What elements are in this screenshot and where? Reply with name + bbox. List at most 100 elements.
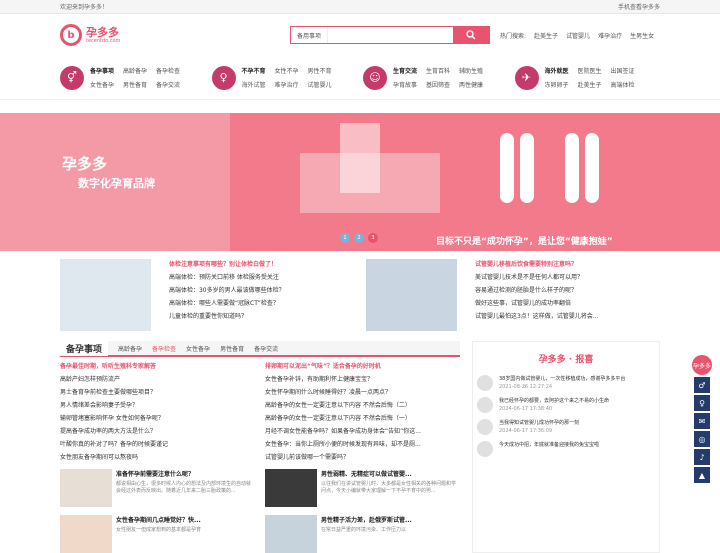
tab-item[interactable]: 男性备育: [220, 344, 244, 353]
search-category[interactable]: 备用事项: [291, 27, 329, 43]
lab-photo[interactable]: [366, 259, 457, 331]
tab-item[interactable]: 女性备孕: [186, 344, 210, 353]
category-link[interactable]: 备孕检查: [156, 66, 180, 75]
category-link[interactable]: 男性备育: [123, 80, 147, 89]
baby-icon: ☺: [363, 65, 387, 90]
hot-label: 热门搜索:: [500, 32, 527, 40]
news-item[interactable]: 高端体检：哪些人需要做“冠脉CT”检查？: [169, 298, 354, 307]
article-item[interactable]: 高龄产妇怎样预防流产: [60, 374, 255, 383]
female-icon[interactable]: ♀: [694, 395, 710, 411]
article-item[interactable]: 女性备孕补锌，有助期利怀上健康宝宝？: [265, 374, 460, 383]
male-icon[interactable]: ♂: [694, 377, 710, 393]
article-item[interactable]: 提高备孕成功率的两大方法是什么？: [60, 426, 255, 435]
category-link[interactable]: 出国签证: [611, 66, 635, 75]
category-link[interactable]: 备孕事项: [90, 66, 114, 75]
tab-item[interactable]: 高龄备孕: [118, 344, 142, 353]
category-link[interactable]: 辅助生殖: [459, 66, 483, 75]
article-item[interactable]: 女性怀孕期间什么时候睡得好？凌晨一点两点？: [265, 387, 460, 396]
category-link[interactable]: 男性不育: [308, 66, 332, 75]
report-text: 当我得知试管婴儿成功怀孕的那一刻: [499, 420, 580, 426]
article-card[interactable]: 男性精子活力差，赴俄罗斯试管... 在常日益严重的环境污染、工作压力以: [265, 515, 460, 553]
article-card[interactable]: 准备怀孕前需要注意什么呢？ 都说相由心生，很多时候人内心的想法及内部环境生的自动就…: [60, 469, 255, 507]
hot-item[interactable]: 难孕治疗: [598, 31, 622, 40]
category-link[interactable]: 冻卵卵子: [545, 80, 569, 89]
report-item[interactable]: 我已经怀孕的都要，去阿护这个来之不易的小生命 2024-06-17 17:38:4…: [477, 397, 655, 413]
tab-main[interactable]: 备孕事项: [60, 340, 109, 356]
carousel-dot[interactable]: 2: [354, 233, 364, 243]
category-link[interactable]: 海外试管: [242, 80, 266, 89]
news-headline[interactable]: 试管婴儿移植后饮食需要特别注意吗？: [475, 259, 660, 268]
news-item[interactable]: 美试管婴儿技术是不是任何人都可以用？: [475, 272, 660, 281]
news-item[interactable]: 高端体检：30多岁的男人最该做哪些体检？: [169, 285, 354, 294]
report-thumb: [477, 441, 493, 457]
category-link[interactable]: 备孕交流: [156, 80, 180, 89]
category-link[interactable]: 高端体检: [611, 80, 635, 89]
news-item[interactable]: 容易通过检测的胚胎是什么样子的呢？: [475, 285, 660, 294]
mobile-link[interactable]: 手机查看孕多多: [618, 2, 660, 11]
card-summary: 都说相由心生，很多时候人内心的想法及内部环境生的自动就会经过外表而反映出。随着近…: [116, 481, 252, 494]
health-photo[interactable]: [60, 259, 151, 331]
category-link[interactable]: 医院医生: [578, 66, 602, 75]
news-item[interactable]: 高端体检：预防关口前移 体检服务受关注: [169, 272, 354, 281]
hero-banner[interactable]: 孕多多 数字化孕育品牌 目标不只是“成功怀孕”，是让您“健康抱娃” 1 2 3: [0, 113, 720, 251]
article-item[interactable]: 女性朋友备孕期间可以熬夜吗: [60, 452, 255, 461]
news-headline[interactable]: 体检注意事项有哪些？别让体检白做了！: [169, 259, 354, 268]
category-link[interactable]: 孕育故事: [393, 80, 417, 89]
article-item[interactable]: 高龄备孕的女性一定要注意以下内容 不然会后悔（二）: [265, 400, 460, 409]
carousel-dot[interactable]: 3: [368, 233, 378, 243]
report-item[interactable]: 38岁国内做试管婴儿，一次性移植成功，感谢孕多多平台 2021-08-26 12:…: [477, 375, 655, 391]
category-link[interactable]: 女性不孕: [275, 66, 299, 75]
category-link[interactable]: 不孕不育: [242, 66, 266, 75]
article-item[interactable]: 高龄备孕的女性一定要注意以下内容 不然会后悔（一）: [265, 413, 460, 422]
article-item[interactable]: 输卵管堵塞影响怀孕 女性如何备孕呢？: [60, 413, 255, 422]
hot-item[interactable]: 赴美生子: [534, 31, 558, 40]
good-news-panel: 孕多多 · 报喜 38岁国内做试管婴儿，一次性移植成功，感谢孕多多平台 2021-…: [472, 341, 660, 553]
tab-item[interactable]: 备孕交流: [254, 344, 278, 353]
banner-brand: 孕多多: [62, 155, 108, 173]
report-text: 我已经怀孕的都要，去阿护这个来之不易的小生命: [499, 398, 610, 404]
article-item[interactable]: 女性备孕：当你上厕所小便的时候发现有异味，却不是厕...: [265, 439, 460, 448]
article-card[interactable]: 女性备孕期间几点睡觉好？快... 女性朋友一但成家想到的基本都是孕育: [60, 515, 255, 553]
back-to-top-icon[interactable]: ▲: [694, 467, 710, 483]
weibo-icon[interactable]: ◎: [694, 431, 710, 447]
search-input[interactable]: [328, 27, 453, 43]
category-group: ⚥ 备孕事项 高龄备孕 备孕检查 女性备孕 男性备育 备孕交流: [60, 65, 206, 90]
tiktok-icon[interactable]: ♪: [694, 449, 710, 465]
carousel-dot[interactable]: 1: [340, 233, 350, 243]
article-item[interactable]: 月经不调女性能备孕吗？如果备孕成功身体会“告知”你这...: [265, 426, 460, 435]
search-button[interactable]: [453, 27, 489, 43]
category-link[interactable]: 试管婴儿: [308, 80, 332, 89]
news-item[interactable]: 儿童体检的重要性你知道吗？: [169, 311, 354, 320]
category-link[interactable]: 生育交流: [393, 66, 417, 75]
logo[interactable]: b 孕多多 tecentdo.com: [60, 24, 290, 46]
category-link[interactable]: 赴美生子: [578, 80, 602, 89]
float-logo[interactable]: 孕多多: [692, 355, 712, 375]
report-date: 2024-06-17 17:38:40: [499, 406, 553, 412]
report-thumb: [477, 419, 493, 435]
article-item[interactable]: 试管婴儿前该做哪一个需要吗？: [265, 452, 460, 461]
wechat-icon[interactable]: ✉: [694, 413, 710, 429]
category-link[interactable]: 基因筛查: [426, 80, 450, 89]
news-list-left: 体检注意事项有哪些？别让体检白做了！ 高端体检：预防关口前移 体检服务受关注 高…: [163, 259, 354, 331]
report-item[interactable]: 今天成功中招，年底就准备迎接我的兔宝宝啦: [477, 441, 655, 457]
article-card[interactable]: 男性弱精、无精症可以做试管婴... 以往我们在讲试管婴儿时，大多都是女性相关的各种…: [265, 469, 460, 507]
article-item[interactable]: 男人情绪差会影响妻子受孕？: [60, 400, 255, 409]
article-item[interactable]: 叶酸你真的补对了吗？备孕的时候要谨记: [60, 439, 255, 448]
report-thumb: [477, 375, 493, 391]
category-link[interactable]: 海外就医: [545, 66, 569, 75]
article-item[interactable]: 男士备育孕前检查主要做哪些项目？: [60, 387, 255, 396]
article-headline[interactable]: 排卵期可以泥出“气味”？适合备孕的好时机: [265, 361, 460, 370]
news-item[interactable]: 做好这些事，试管婴儿的成功率翻倍: [475, 298, 660, 307]
hot-item[interactable]: 生男生女: [630, 31, 654, 40]
tab-item[interactable]: 备孕检查: [152, 344, 176, 353]
category-link[interactable]: 难孕治疗: [275, 80, 299, 89]
logo-icon: b: [60, 24, 82, 46]
report-item[interactable]: 当我得知试管婴儿成功怀孕的那一刻 2024-06-17 17:36:09: [477, 419, 655, 435]
hot-item[interactable]: 试管婴儿: [566, 31, 590, 40]
article-headline[interactable]: 备孕最佳时期，听听生殖科专家解答: [60, 361, 255, 370]
category-link[interactable]: 高龄备孕: [123, 66, 147, 75]
news-item[interactable]: 试管婴儿最怕这3点！这样做，试管婴儿将会...: [475, 311, 660, 320]
category-link[interactable]: 两性健康: [459, 80, 483, 89]
category-link[interactable]: 生育百科: [426, 66, 450, 75]
category-link[interactable]: 女性备孕: [90, 80, 114, 89]
